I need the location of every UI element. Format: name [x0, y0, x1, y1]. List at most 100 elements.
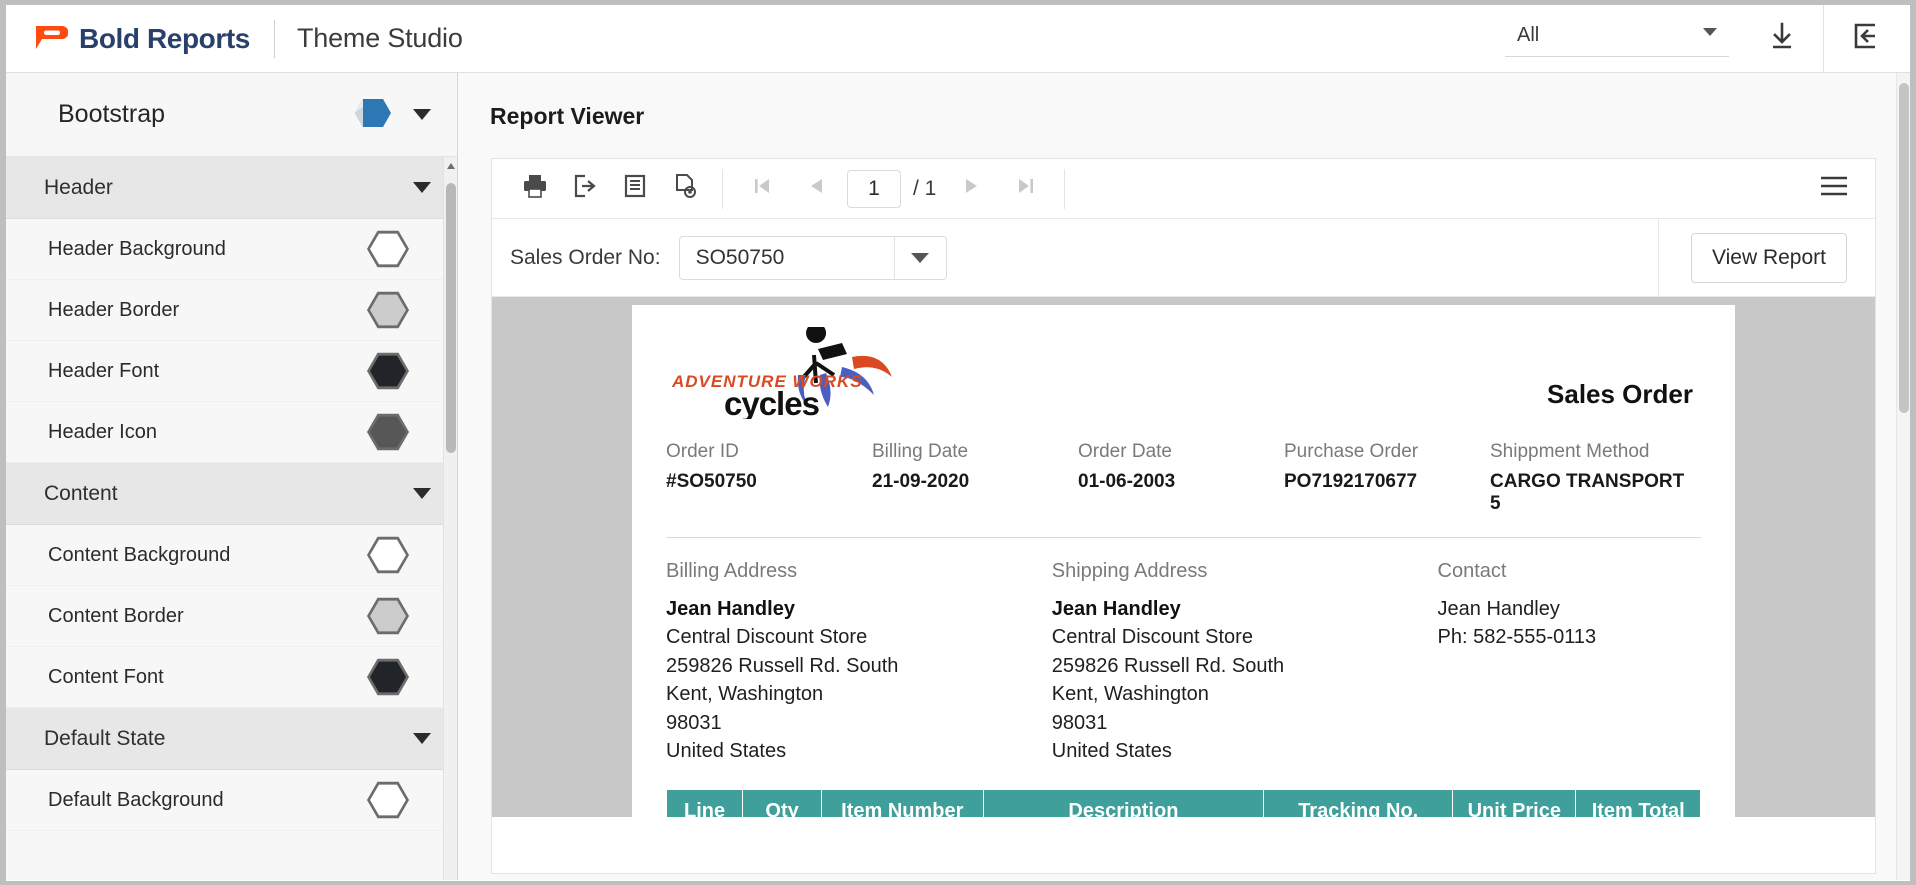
meta-value: CARGO TRANSPORT 5 [1490, 471, 1685, 514]
viewer-menu-button[interactable] [1819, 174, 1875, 203]
report-title: Sales Order [1547, 379, 1693, 409]
sidebar-item-label: Header Font [48, 359, 160, 382]
sales-order-no-dropdown[interactable]: SO50750 [678, 235, 947, 280]
color-swatch-header-background[interactable] [367, 230, 409, 268]
next-page-icon [960, 175, 982, 202]
sidebar-item-label: Content Background [48, 543, 231, 566]
color-swatch-content-border[interactable] [367, 597, 409, 635]
page-title: Report Viewer [490, 103, 645, 129]
sidebar-group-default-state[interactable]: Default State [6, 708, 457, 770]
next-page-button[interactable] [948, 167, 994, 211]
meta-label: Purchase Order [1284, 441, 1419, 462]
table-header-row: Line Qty Item Number Description Trackin… [665, 789, 1701, 817]
sidebar-item-label: Default Background [48, 788, 224, 811]
viewer-toolbar-actions [492, 165, 722, 213]
current-page-input[interactable]: 1 [847, 169, 901, 208]
chevron-down-icon[interactable] [413, 182, 431, 193]
meta-shipment-method: Shippment Method CARGO TRANSPORT 5 [1490, 441, 1696, 515]
meta-label: Shippment Method [1490, 441, 1650, 462]
theme-sidebar: Bootstrap Header Header Background Heade… [6, 73, 458, 880]
theme-name: Bootstrap [58, 100, 166, 128]
brand[interactable]: Bold Reports [6, 22, 250, 56]
report-addresses: Billing Address Jean Handley Central Dis… [666, 538, 1701, 765]
contact-block: Contact Jean Handley Ph: 582-555-0113 [1438, 560, 1701, 765]
last-page-button[interactable] [1002, 167, 1048, 211]
sidebar-item-content-background[interactable]: Content Background [6, 525, 457, 586]
toolbar-divider-2 [1064, 168, 1066, 209]
billing-address-heading: Billing Address [666, 560, 798, 582]
first-page-icon [751, 175, 773, 202]
first-page-button[interactable] [739, 167, 785, 211]
shipping-line: Central Discount Store [1051, 626, 1253, 649]
exit-icon [1849, 20, 1881, 57]
contact-heading: Contact [1437, 560, 1507, 582]
meta-label: Order ID [666, 441, 739, 462]
sidebar-item-label: Header Background [48, 237, 226, 260]
shipping-address-block: Shipping Address Jean Handley Central Di… [1052, 560, 1438, 765]
sidebar-item-content-border[interactable]: Content Border [6, 586, 457, 647]
color-swatch-default-background[interactable] [367, 781, 409, 819]
page-setup-icon [622, 173, 648, 204]
sidebar-group-content[interactable]: Content [6, 463, 457, 525]
page-navigation: 1 / 1 [723, 167, 1064, 211]
sidebar-scrollbar[interactable] [443, 157, 457, 880]
color-swatch-content-font[interactable] [367, 658, 409, 696]
view-report-button[interactable]: View Report [1690, 232, 1847, 283]
print-button[interactable] [510, 165, 560, 213]
meta-value: 01-06-2003 [1078, 471, 1176, 492]
dropdown-toggle[interactable] [893, 236, 946, 279]
theme-filter-dropdown[interactable]: All [1505, 20, 1729, 57]
main-scrollbar-thumb[interactable] [1899, 83, 1909, 413]
sidebar-group-label: Header [44, 175, 113, 199]
sidebar-item-label: Header Icon [48, 420, 157, 443]
sidebar-group-header[interactable]: Header [6, 157, 457, 219]
parameter-bar: Sales Order No: SO50750 View Report [492, 218, 1875, 297]
sidebar-item-label: Header Border [48, 298, 180, 321]
shipping-line: United States [1051, 739, 1172, 762]
shipping-line: 259826 Russell Rd. South [1051, 654, 1285, 677]
shipping-line: 98031 [1051, 711, 1108, 734]
billing-line: Central Discount Store [666, 626, 868, 649]
chevron-down-icon[interactable] [413, 488, 431, 499]
theme-collapse-chevron-down-icon[interactable] [413, 109, 431, 120]
color-swatch-content-background[interactable] [367, 536, 409, 574]
total-pages-label: / 1 [913, 176, 937, 200]
download-icon [1766, 20, 1798, 57]
previous-page-button[interactable] [793, 167, 839, 211]
column-header-line: Line [665, 789, 744, 817]
theme-header[interactable]: Bootstrap [6, 73, 457, 157]
column-header-item-number: Item Number [821, 789, 984, 817]
chevron-down-icon[interactable] [413, 733, 431, 744]
download-button[interactable] [1759, 16, 1805, 62]
page-setup-button[interactable] [610, 165, 660, 213]
sidebar-scroll-area: Header Header Background Header Border H… [6, 157, 457, 880]
main-scrollbar[interactable] [1896, 73, 1910, 880]
chevron-down-icon [911, 252, 930, 263]
exit-button[interactable] [1842, 16, 1888, 62]
document-settings-button[interactable] [660, 165, 710, 213]
top-bar-actions: All [1505, 5, 1910, 73]
export-button[interactable] [560, 165, 610, 213]
sidebar-item-header-font[interactable]: Header Font [6, 341, 457, 402]
color-swatch-header-border[interactable] [367, 291, 409, 329]
theme-filter-value: All [1517, 24, 1540, 46]
meta-order-date: Order Date 01-06-2003 [1078, 441, 1284, 515]
shipping-line: Kent, Washington [1051, 683, 1209, 706]
sidebar-scrollbar-thumb[interactable] [446, 183, 456, 453]
sidebar-item-default-background[interactable]: Default Background [6, 770, 457, 831]
column-header-qty: Qty [742, 789, 822, 817]
sidebar-item-content-font[interactable]: Content Font [6, 647, 457, 708]
meta-billing-date: Billing Date 21-09-2020 [872, 441, 1078, 515]
chevron-down-icon [1703, 28, 1717, 36]
scroll-up-arrow-icon[interactable] [447, 163, 455, 169]
export-icon [572, 173, 598, 204]
sidebar-item-header-border[interactable]: Header Border [6, 280, 457, 341]
adventure-works-cycles-logo-icon: ADVENTURE WORKS cycles [666, 323, 928, 422]
sidebar-item-header-icon[interactable]: Header Icon [6, 402, 457, 463]
body: Bootstrap Header Header Background Heade… [6, 73, 1910, 880]
line-items-table: Line Qty Item Number Description Trackin… [665, 789, 1701, 817]
color-swatch-header-icon[interactable] [367, 413, 409, 451]
viewer-toolbar: 1 / 1 [492, 159, 1875, 219]
sidebar-item-header-background[interactable]: Header Background [6, 219, 457, 280]
color-swatch-header-font[interactable] [367, 352, 409, 390]
